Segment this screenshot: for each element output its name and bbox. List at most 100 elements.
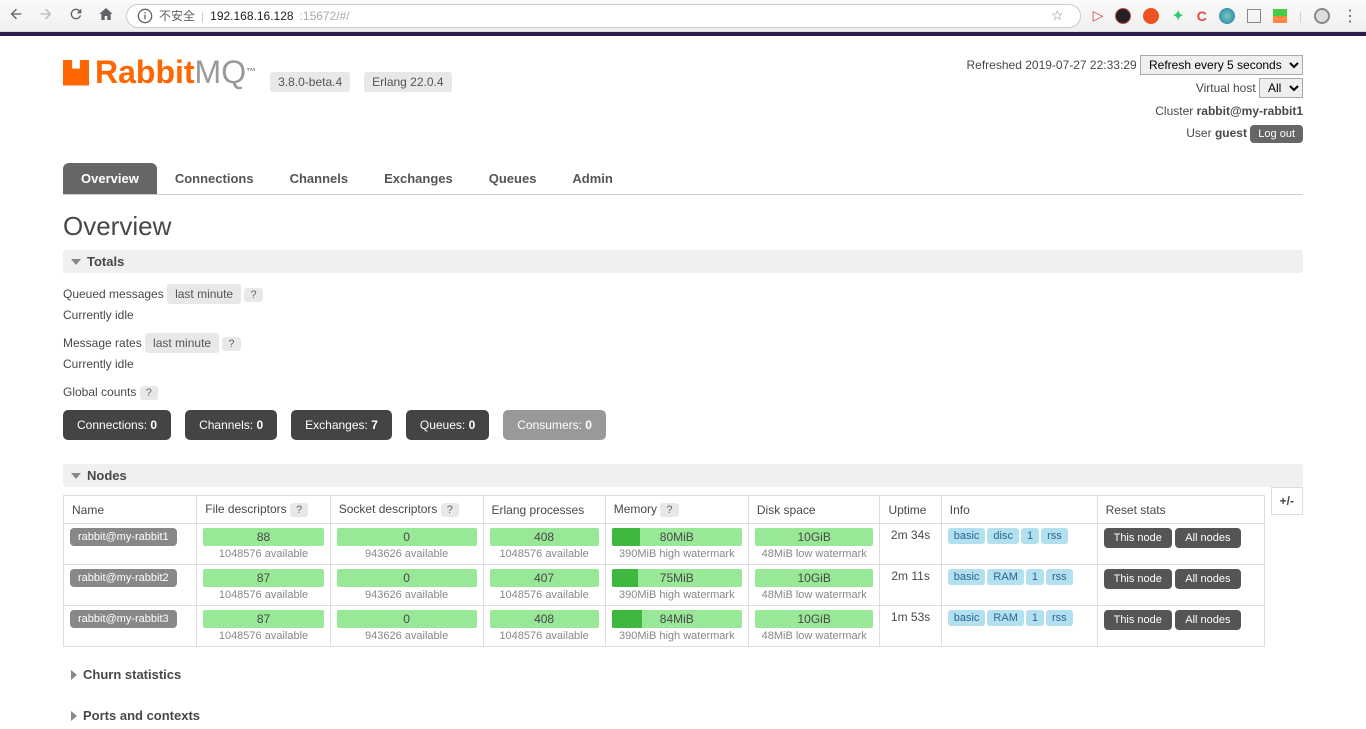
global-counts-row: Connections: 0 Channels: 0 Exchanges: 7 Que… bbox=[63, 410, 1303, 440]
ext-icon[interactable] bbox=[1115, 8, 1131, 24]
info-badge[interactable]: rss bbox=[1041, 528, 1068, 544]
reset-this-button[interactable]: This node bbox=[1104, 610, 1172, 630]
count-pill[interactable]: Queues: 0 bbox=[406, 410, 489, 440]
uptime: 2m 11s bbox=[880, 565, 941, 606]
info-badge[interactable]: 1 bbox=[1026, 610, 1044, 626]
menu-icon[interactable]: ⋮ bbox=[1342, 6, 1358, 26]
info-badge[interactable]: rss bbox=[1046, 610, 1073, 626]
reload-icon[interactable] bbox=[68, 6, 84, 25]
usage-bar: 88 bbox=[203, 528, 323, 546]
churn-header[interactable]: Churn statistics bbox=[63, 661, 1303, 688]
reset-all-button[interactable]: All nodes bbox=[1175, 610, 1240, 630]
col-header: Socket descriptors ? bbox=[330, 496, 483, 524]
ext-icon[interactable]: ▷ bbox=[1093, 7, 1104, 24]
info-badge[interactable]: RAM bbox=[987, 569, 1023, 585]
ext-icon[interactable]: C bbox=[1197, 8, 1207, 24]
sub-text: 1048576 available bbox=[490, 589, 599, 601]
node-link[interactable]: rabbit@my-rabbit1 bbox=[70, 528, 177, 546]
totals-label: Totals bbox=[87, 254, 124, 269]
count-pill[interactable]: Consumers: 0 bbox=[503, 410, 606, 440]
back-icon[interactable] bbox=[8, 6, 24, 25]
url-host: 192.168.16.128 bbox=[210, 9, 293, 23]
ext-icon[interactable] bbox=[1273, 9, 1287, 23]
reset-all-button[interactable]: All nodes bbox=[1175, 528, 1240, 548]
info-badge[interactable]: 1 bbox=[1021, 528, 1039, 544]
vhost-select[interactable]: All bbox=[1259, 78, 1303, 98]
status-block: Refreshed 2019-07-27 22:33:29 Refresh ev… bbox=[967, 54, 1304, 145]
help-icon[interactable]: ? bbox=[222, 337, 240, 351]
info-badge[interactable]: basic bbox=[948, 610, 986, 626]
logo[interactable]: RabbitMQ™ bbox=[63, 54, 256, 91]
tab-overview[interactable]: Overview bbox=[63, 163, 157, 194]
uptime: 2m 34s bbox=[880, 524, 941, 565]
help-icon[interactable]: ? bbox=[660, 503, 678, 517]
tab-exchanges[interactable]: Exchanges bbox=[366, 163, 471, 194]
refresh-select[interactable]: Refresh every 5 seconds bbox=[1140, 55, 1303, 75]
sub-text: 1048576 available bbox=[203, 589, 323, 601]
col-header: File descriptors ? bbox=[197, 496, 330, 524]
col-header: Memory ? bbox=[605, 496, 748, 524]
ext-icon[interactable] bbox=[1219, 8, 1235, 24]
col-header: Erlang processes bbox=[483, 496, 605, 524]
count-pill[interactable]: Connections: 0 bbox=[63, 410, 171, 440]
col-header: Reset stats bbox=[1097, 496, 1264, 524]
reset-all-button[interactable]: All nodes bbox=[1175, 569, 1240, 589]
tab-channels[interactable]: Channels bbox=[272, 163, 367, 194]
sub-text: 1048576 available bbox=[490, 548, 599, 560]
help-icon[interactable]: ? bbox=[140, 386, 158, 400]
node-link[interactable]: rabbit@my-rabbit2 bbox=[70, 569, 177, 587]
count-pill[interactable]: Exchanges: 7 bbox=[291, 410, 392, 440]
tab-admin[interactable]: Admin bbox=[554, 163, 630, 194]
info-badge[interactable]: RAM bbox=[987, 610, 1023, 626]
info-icon bbox=[137, 8, 153, 24]
reset-this-button[interactable]: This node bbox=[1104, 569, 1172, 589]
queued-label: Queued messages bbox=[63, 287, 164, 301]
sub-text: 48MiB low watermark bbox=[755, 589, 874, 601]
ext-icon[interactable]: ✦ bbox=[1171, 6, 1184, 26]
logout-button[interactable]: Log out bbox=[1250, 125, 1303, 143]
sub-text: 390MiB high watermark bbox=[612, 548, 742, 560]
usage-bar: 0 bbox=[337, 610, 477, 628]
idle-text: Currently idle bbox=[63, 357, 1303, 371]
sub-text: 943626 available bbox=[337, 548, 477, 560]
tab-queues[interactable]: Queues bbox=[471, 163, 555, 194]
usage-bar: 0 bbox=[337, 569, 477, 587]
info-badge[interactable]: disc bbox=[987, 528, 1019, 544]
info-badge[interactable]: basic bbox=[948, 528, 986, 544]
info-badge[interactable]: 1 bbox=[1026, 569, 1044, 585]
usage-bar: 10GiB bbox=[755, 610, 874, 628]
security-label: 不安全 bbox=[159, 7, 195, 24]
time-range[interactable]: last minute bbox=[145, 333, 219, 353]
forward-icon bbox=[38, 6, 54, 25]
info-badge[interactable]: rss bbox=[1046, 569, 1073, 585]
count-pill[interactable]: Channels: 0 bbox=[185, 410, 277, 440]
cluster-value: rabbit@my-rabbit1 bbox=[1197, 104, 1303, 118]
info-badge[interactable]: basic bbox=[948, 569, 986, 585]
bookmark-star-icon[interactable]: ☆ bbox=[1051, 7, 1064, 24]
ports-header[interactable]: Ports and contexts bbox=[63, 702, 1303, 729]
ext-icon[interactable] bbox=[1143, 8, 1159, 24]
time-range[interactable]: last minute bbox=[167, 284, 241, 304]
tab-connections[interactable]: Connections bbox=[157, 163, 272, 194]
usage-bar: 10GiB bbox=[755, 528, 874, 546]
usage-bar: 10GiB bbox=[755, 569, 874, 587]
version-badge: 3.8.0-beta.4 bbox=[270, 72, 350, 92]
totals-header[interactable]: Totals bbox=[63, 250, 1303, 273]
node-link[interactable]: rabbit@my-rabbit3 bbox=[70, 610, 177, 628]
reset-this-button[interactable]: This node bbox=[1104, 528, 1172, 548]
table-row: rabbit@my-rabbit1881048576 available0943… bbox=[64, 524, 1265, 565]
usage-bar: 80MiB bbox=[612, 528, 742, 546]
refreshed-time: 2019-07-27 22:33:29 bbox=[1025, 58, 1136, 72]
home-icon[interactable] bbox=[98, 6, 114, 25]
ext-icon[interactable] bbox=[1247, 9, 1261, 23]
nodes-header[interactable]: Nodes bbox=[63, 464, 1303, 487]
address-bar[interactable]: 不安全 | 192.168.16.128:15672/#/ ☆ bbox=[126, 4, 1081, 28]
chevron-down-icon bbox=[71, 473, 81, 479]
profile-icon[interactable] bbox=[1314, 8, 1330, 24]
erlang-badge: Erlang 22.0.4 bbox=[364, 72, 451, 92]
chevron-right-icon bbox=[71, 670, 77, 680]
columns-toggle[interactable]: +/- bbox=[1271, 487, 1303, 515]
help-icon[interactable]: ? bbox=[441, 503, 459, 517]
help-icon[interactable]: ? bbox=[244, 288, 262, 302]
help-icon[interactable]: ? bbox=[290, 503, 308, 517]
